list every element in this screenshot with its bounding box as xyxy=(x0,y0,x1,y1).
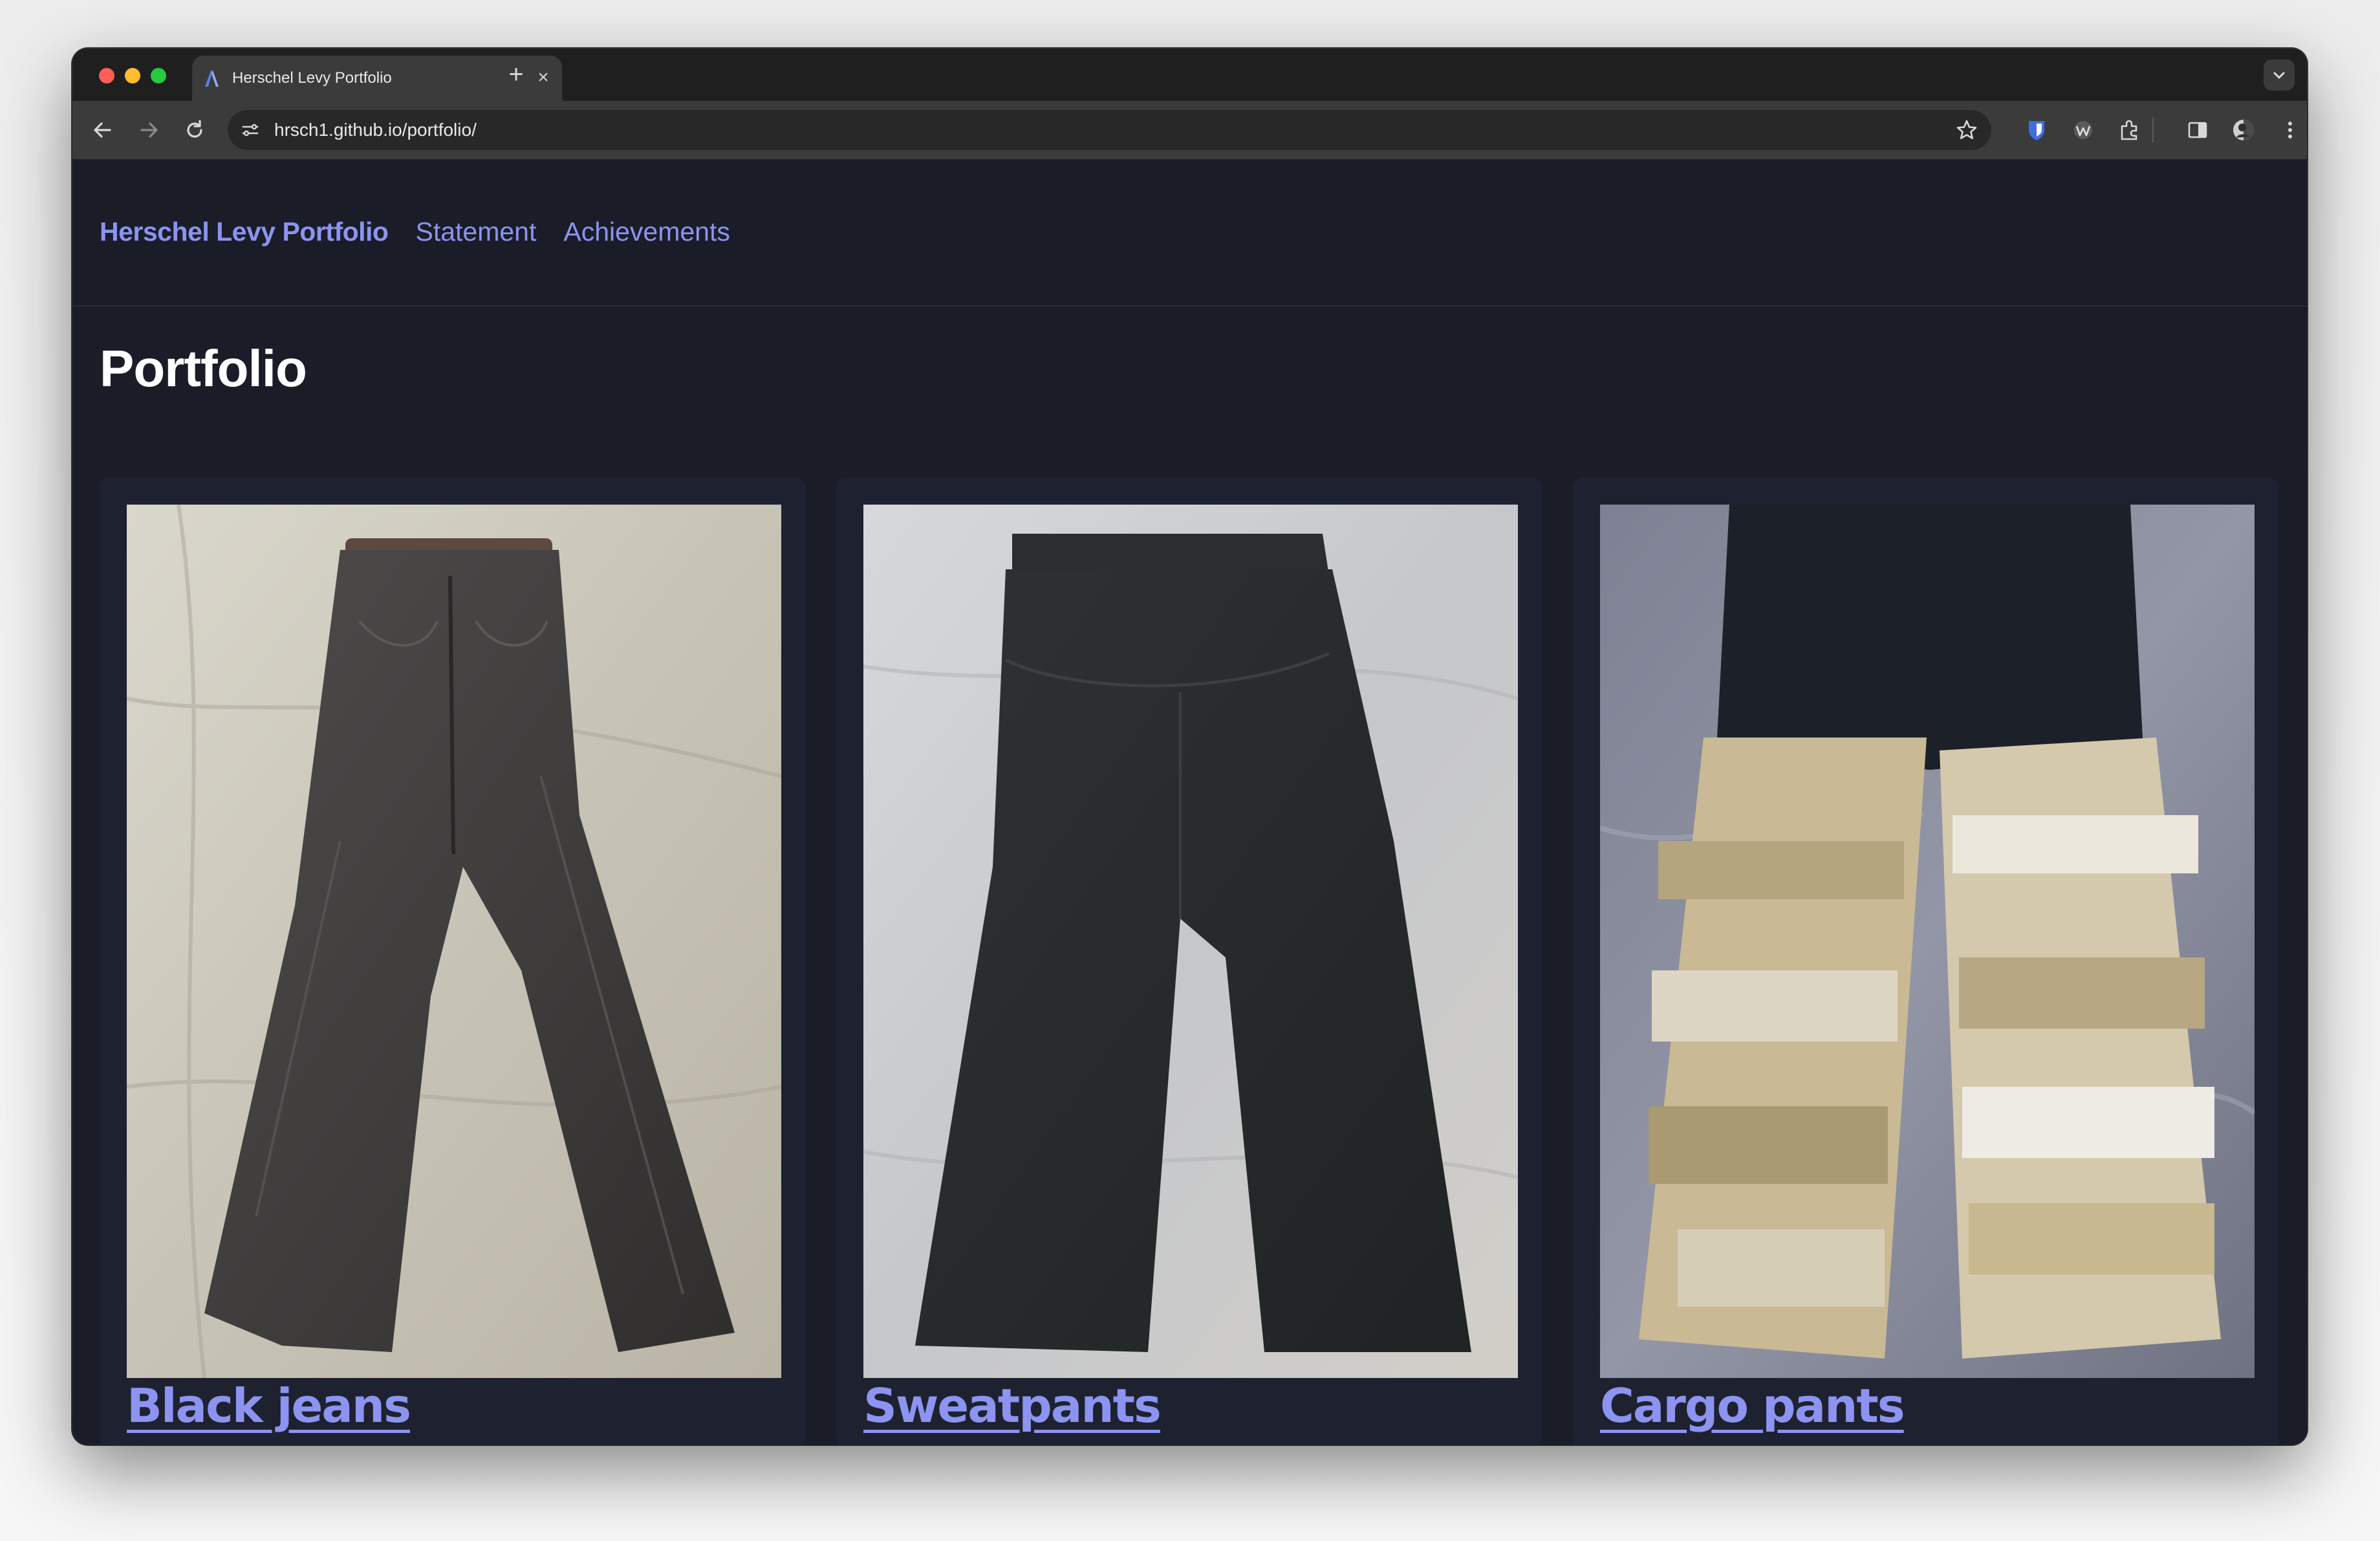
tab-title: Herschel Levy Portfolio xyxy=(232,69,392,87)
browser-toolbar: hrsch1.github.io/portfolio/ xyxy=(72,101,2307,159)
site-settings-icon[interactable] xyxy=(239,119,261,141)
close-window-button[interactable] xyxy=(99,68,114,83)
portfolio-card: Cargo pants xyxy=(1573,477,2279,1445)
password-manager-icon[interactable] xyxy=(2023,116,2050,144)
tab-strip: Herschel Levy Portfolio × + xyxy=(72,49,2307,101)
address-bar[interactable]: hrsch1.github.io/portfolio/ xyxy=(228,110,1991,150)
extensions-puzzle-icon[interactable] xyxy=(2116,116,2143,144)
black-jeans-photo[interactable] xyxy=(127,505,781,1378)
profile-avatar-icon[interactable] xyxy=(2230,116,2257,144)
nav-link-achievements[interactable]: Achievements xyxy=(563,217,730,247)
card-title-link[interactable]: Sweatpants xyxy=(863,1379,1162,1433)
site-favicon-icon xyxy=(205,71,219,87)
nav-link-statement[interactable]: Statement xyxy=(415,217,536,247)
card-title-link[interactable]: Black jeans xyxy=(127,1379,411,1433)
toolbar-divider xyxy=(2152,118,2154,142)
new-tab-button[interactable]: + xyxy=(502,61,530,90)
cargo-pants-photo[interactable] xyxy=(1600,505,2255,1378)
card-title-link[interactable]: Cargo pants xyxy=(1600,1379,1905,1433)
close-tab-icon[interactable]: × xyxy=(530,65,556,91)
side-panel-icon[interactable] xyxy=(2184,116,2211,144)
header-divider xyxy=(72,305,2307,307)
portfolio-card: Sweatpants xyxy=(836,477,1542,1445)
page-title: Portfolio xyxy=(100,340,307,397)
url-text[interactable]: hrsch1.github.io/portfolio/ xyxy=(274,120,477,140)
forward-arrow-icon[interactable] xyxy=(134,115,164,145)
chevron-down-icon xyxy=(2273,72,2285,79)
bookmark-star-icon[interactable] xyxy=(1954,118,1979,142)
sweatpants-photo[interactable] xyxy=(863,505,1518,1378)
more-options-icon[interactable] xyxy=(2277,116,2304,144)
tab-search-button[interactable] xyxy=(2264,60,2295,91)
site-brand-link[interactable]: Herschel Levy Portfolio xyxy=(100,217,389,247)
portfolio-card: Black jeans xyxy=(100,477,806,1445)
maximize-window-button[interactable] xyxy=(151,68,166,83)
reload-icon[interactable] xyxy=(180,115,210,145)
minimize-window-button[interactable] xyxy=(125,68,140,83)
back-arrow-icon[interactable] xyxy=(88,115,118,145)
site-nav: Herschel Levy Portfolio Statement Achiev… xyxy=(100,212,730,251)
wordpress-extension-icon[interactable] xyxy=(2070,116,2097,144)
page-content: Herschel Levy Portfolio Statement Achiev… xyxy=(72,159,2307,1445)
browser-window: Herschel Levy Portfolio × + hrsch1.githu… xyxy=(72,49,2307,1445)
